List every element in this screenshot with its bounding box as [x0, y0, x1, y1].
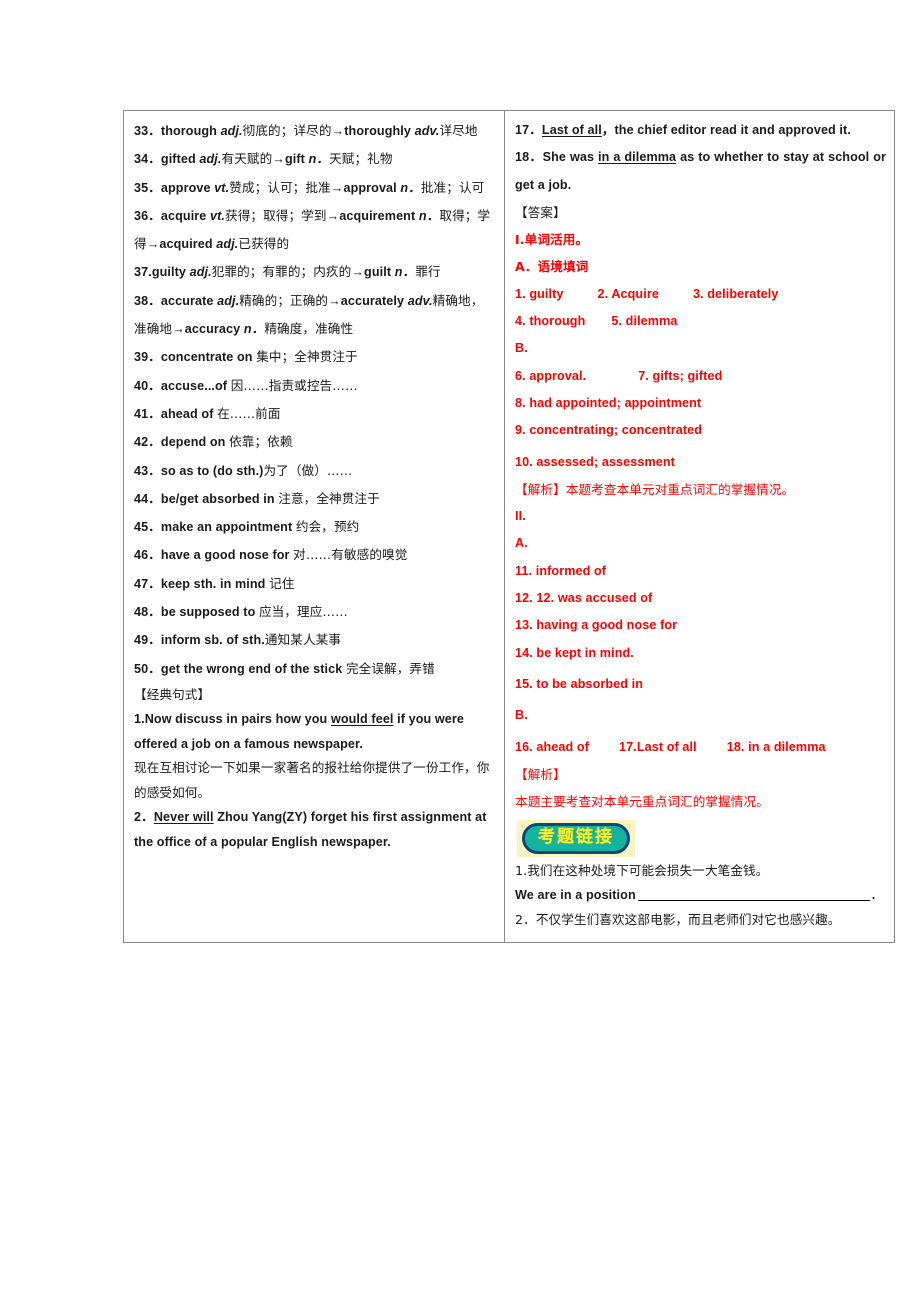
answer-17: 17.Last of all	[619, 739, 697, 754]
exam-link-badge: 考题链接	[517, 820, 636, 857]
vocab-item-41: 41．ahead of 在……前面	[134, 405, 281, 421]
linked-question-1: 1.我们在这种处境下可能会损失一大笔金钱。	[515, 862, 769, 878]
vocab-item-40: 40．accuse...of 因……指责或控告……	[134, 377, 358, 393]
answer-9: 9. concentrating; concentrated	[515, 423, 703, 438]
vocab-item-50: 50．get the wrong end of the stick 完全误解，弄…	[134, 660, 435, 676]
table-cell-right: 17．Last of all，the chief editor read it …	[505, 111, 894, 942]
answer-12: 12. 12. was accused of	[515, 591, 653, 606]
vocab-item-37: 37.guilty adj.犯罪的；有罪的；内疚的→guilt n．罪行	[134, 264, 441, 280]
classic-sentence-1: 1.Now discuss in pairs how you would fee…	[134, 712, 465, 751]
section-I-B-heading: B.	[515, 341, 528, 356]
vocab-item-38: 38．accurate adj.精确的；正确的→accurately adv.精…	[134, 292, 484, 337]
answer-5: 5. dilemma	[611, 314, 678, 329]
section-II-heading: II.	[515, 509, 526, 524]
answer-1: 1. guilty	[515, 286, 564, 301]
vocab-item-42: 42．depend on 依靠；依赖	[134, 434, 293, 450]
arrow-icon: →	[146, 237, 160, 252]
exam-link-badge-wrap: 考题链接	[515, 815, 886, 859]
vocab-item-49: 49．inform sb. of sth.通知某人某事	[134, 632, 342, 648]
answer-2: 2. Acquire	[597, 286, 659, 301]
section-II-A-heading: A.	[515, 536, 528, 551]
answer-14: 14. be kept in mind.	[515, 645, 634, 660]
exercise-item-18: 18．She was in a dilemma as to whether to…	[515, 150, 887, 192]
answers-A-row1: 1. guilty 2. Acquire 3. deliberately	[515, 281, 886, 308]
fill-in-blank[interactable]	[637, 900, 870, 902]
answer-7: 7. gifts; gifted	[638, 368, 723, 383]
answer-8: 8. had appointed; appointment	[515, 395, 702, 410]
answer-10: 10. assessed; assessment	[515, 454, 675, 469]
vocab-item-36: 36．acquire vt.获得；取得；学到→acquirement n．取得；…	[134, 207, 491, 252]
answer-16: 16. ahead of	[515, 739, 590, 754]
vocab-item-35: 35．approve vt.赞成；认可；批准→approval n．批准；认可	[134, 179, 485, 195]
vocab-item-43: 43．so as to (do sth.)为了（做）……	[134, 462, 353, 478]
section-I-heading: I.单词活用。	[515, 232, 589, 248]
vocab-item-44: 44．be/get absorbed in 注意，全神贯注于	[134, 490, 380, 506]
answers-A-row2: 4. thorough 5. dilemma	[515, 308, 886, 335]
arrow-icon: →	[330, 180, 344, 195]
classic-sentence-1-translation: 现在互相讨论一下如果一家著名的报社给你提供了一份工作，你的感受如何。	[134, 760, 490, 800]
answers-II-B-row: 16. ahead of 17.Last of all 18. in a dilem…	[515, 734, 886, 761]
vocab-item-39: 39．concentrate on 集中；全神贯注于	[134, 349, 358, 365]
exam-link-badge-label: 考题链接	[538, 827, 615, 848]
exam-link-badge-inner: 考题链接	[522, 823, 631, 854]
section-II-B-heading: B.	[515, 708, 528, 723]
arrow-icon: →	[351, 265, 365, 280]
analysis-1: 【解析】本题考查本单元对重点词汇的掌握情况。	[515, 481, 795, 497]
answer-13: 13. having a good nose for	[515, 618, 678, 633]
answer-18: 18. in a dilemma	[726, 739, 826, 754]
answer-6: 6. approval.	[515, 368, 587, 383]
arrow-icon: →	[331, 124, 345, 138]
vocab-item-33: 33．thorough adj.彻底的；详尽的→thoroughly adv.详…	[134, 123, 478, 138]
answer-15: 15. to be absorbed in	[515, 676, 644, 691]
answer-11: 11. informed of	[515, 563, 607, 578]
table-cell-left: 33．thorough adj.彻底的；详尽的→thoroughly adv.详…	[124, 111, 506, 943]
arrow-icon: →	[272, 152, 285, 167]
document-page: 33．thorough adj.彻底的；详尽的→thoroughly adv.详…	[0, 0, 920, 1302]
arrow-icon: →	[326, 208, 340, 223]
vocab-item-46: 46．have a good nose for 对……有敏感的嗅觉	[134, 547, 408, 563]
answer-3: 3. deliberately	[692, 286, 779, 301]
analysis-2-heading: 【解析】	[515, 766, 566, 782]
vocab-item-34: 34．gifted adj.有天赋的→gift n．天赋；礼物	[134, 151, 393, 167]
linked-question-2: 2．不仅学生们喜欢这部电影，而且老师们对它也感兴趣。	[515, 911, 841, 927]
answers-B-row1: 6. approval. 7. gifts; gifted	[515, 363, 886, 390]
classic-sentences-heading: 【经典句式】	[134, 686, 211, 702]
vocab-item-47: 47．keep sth. in mind 记住	[134, 575, 295, 591]
vocab-item-45: 45．make an appointment 约会，预约	[134, 519, 360, 535]
arrow-icon: →	[328, 293, 341, 308]
classic-sentence-2: 2．Never will Zhou Yang(ZY) forget his fi…	[134, 810, 487, 849]
vocab-item-48: 48．be supposed to 应当，理应……	[134, 604, 348, 620]
two-column-table: 33．thorough adj.彻底的；详尽的→thoroughly adv.详…	[123, 110, 895, 944]
section-I-A-heading: A．语境填词	[515, 259, 589, 275]
linked-question-1-answer-line: We are in a position.	[515, 888, 876, 903]
arrow-icon: →	[172, 322, 185, 337]
exercise-item-17: 17．Last of all，the chief editor read it …	[515, 123, 851, 137]
answer-heading: 【答案】	[515, 204, 566, 220]
answer-4: 4. thorough	[515, 314, 586, 329]
analysis-2-body: 本题主要考查对本单元重点词汇的掌握情况。	[515, 794, 769, 810]
